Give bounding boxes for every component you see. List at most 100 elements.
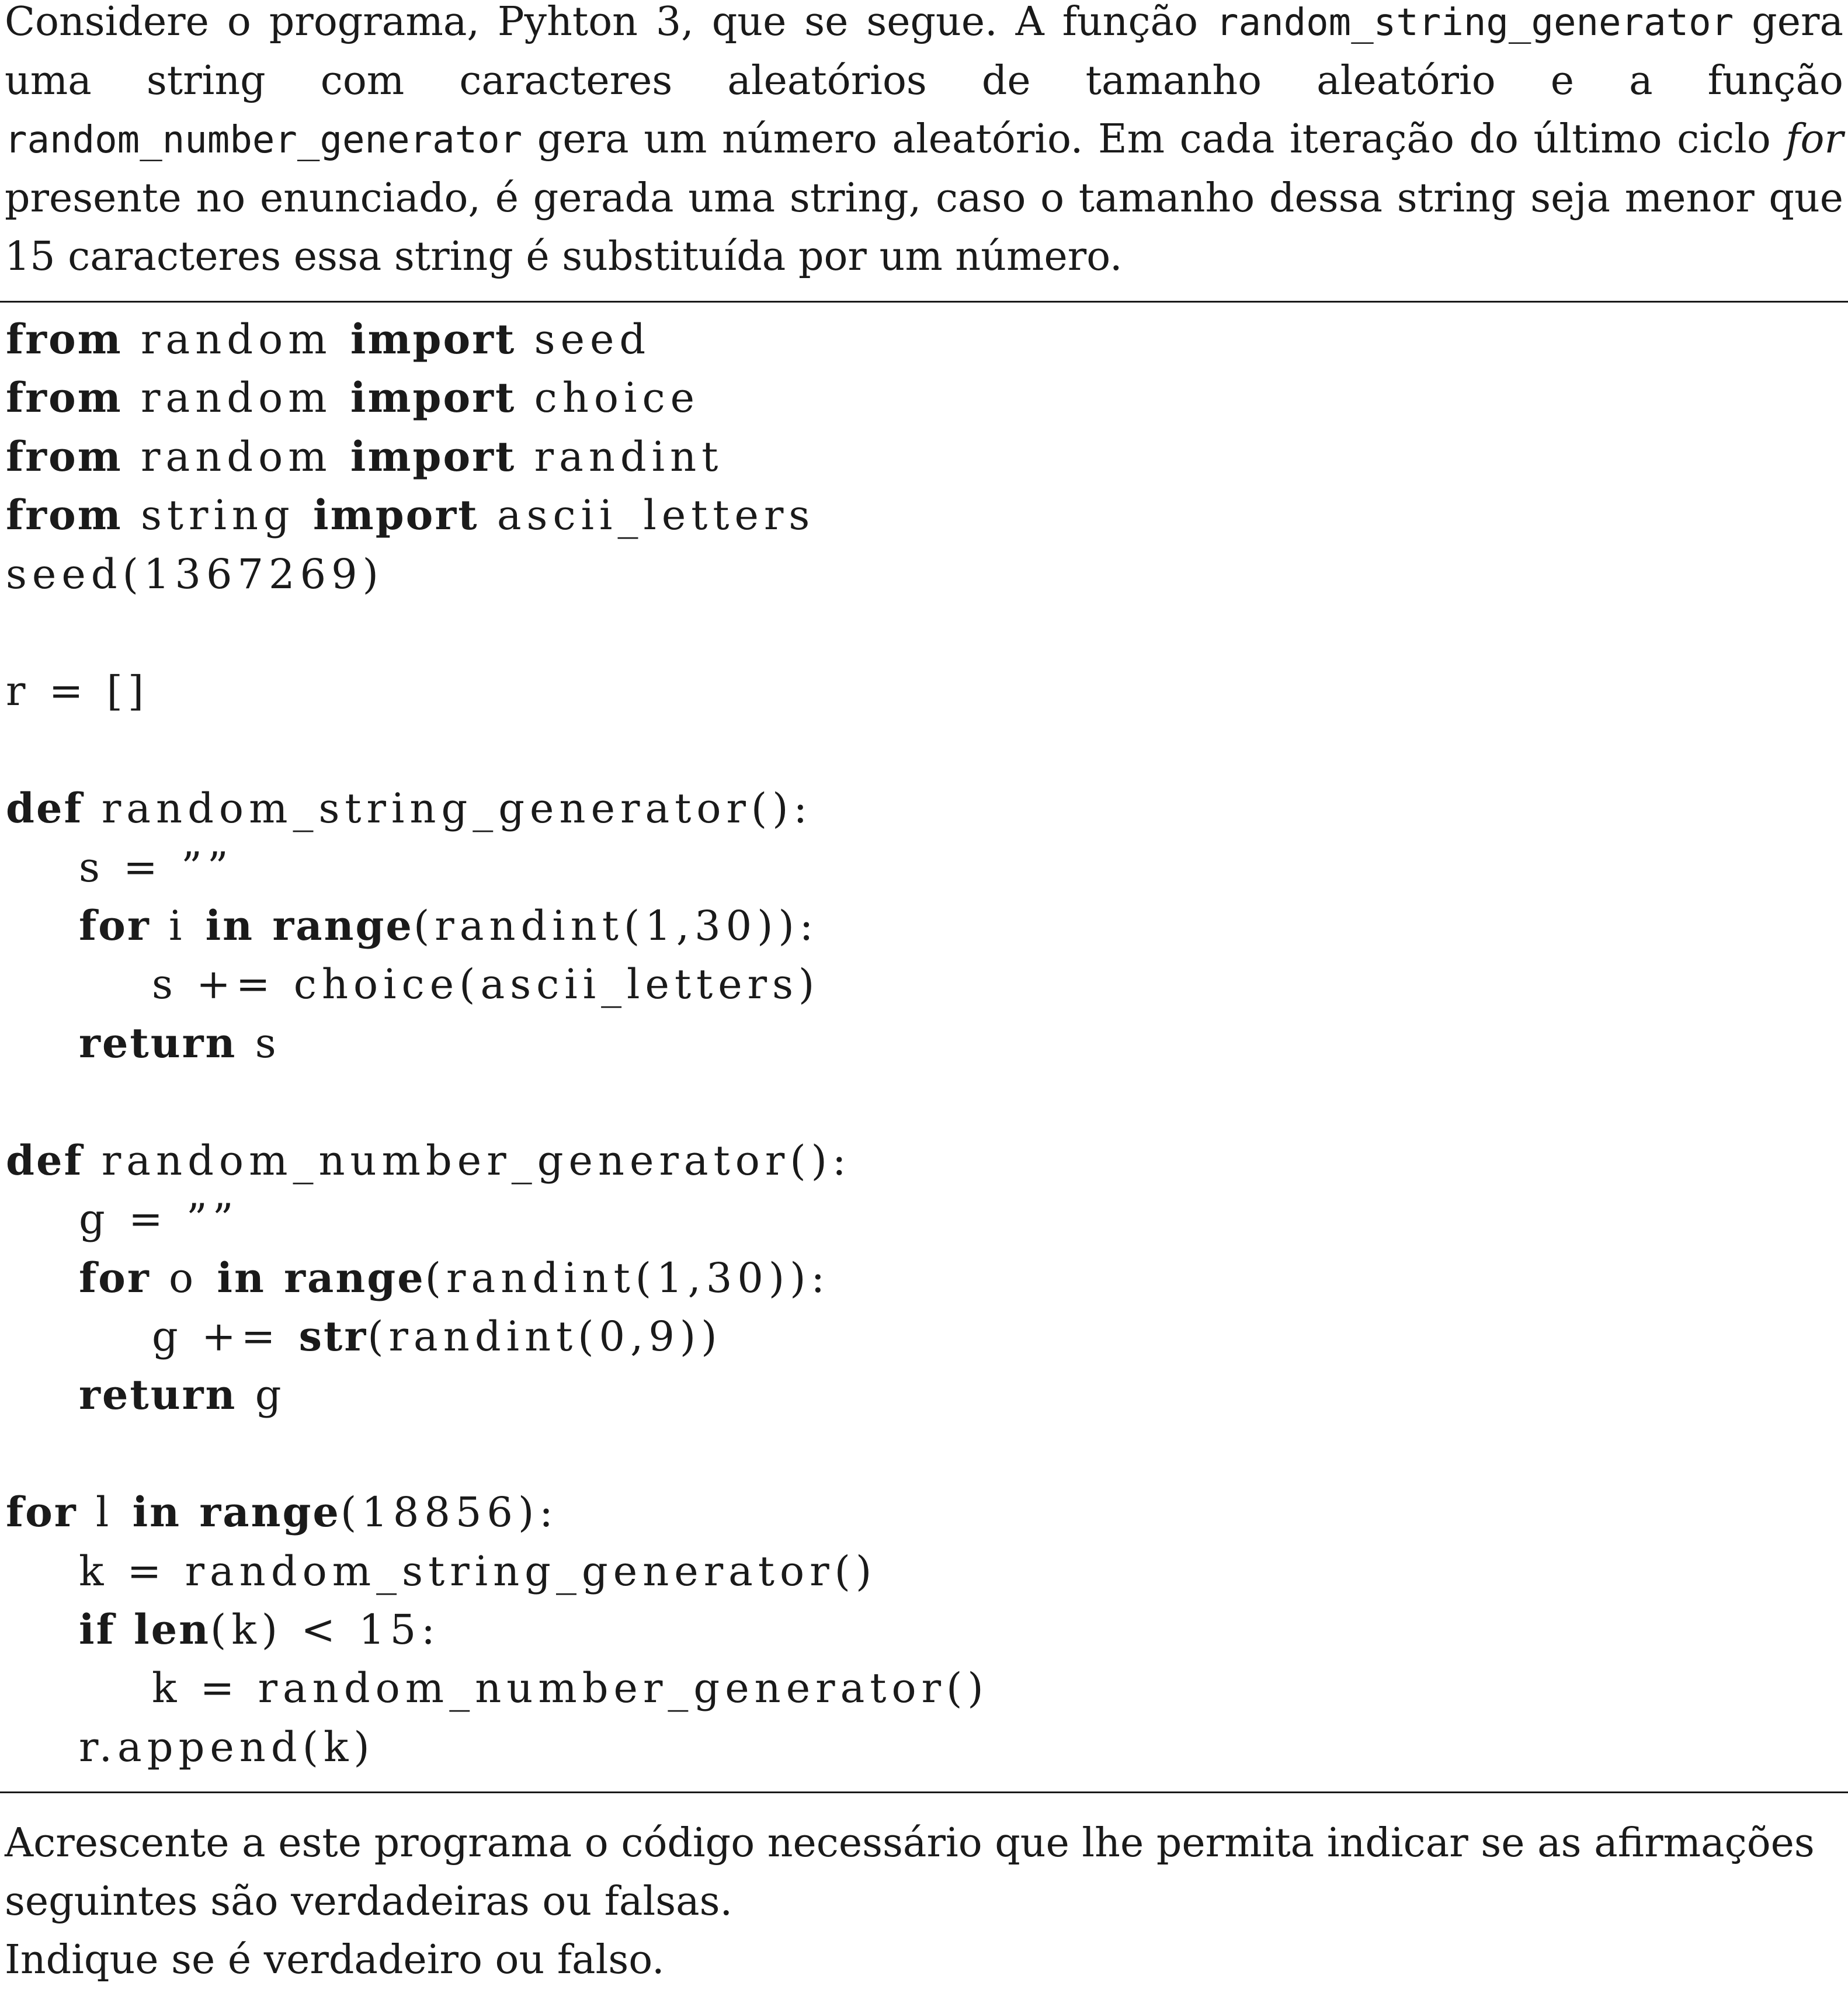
code-text: r = [] xyxy=(6,667,150,716)
code-keyword: def xyxy=(6,1136,84,1185)
code-keyword: if xyxy=(79,1605,116,1654)
closing-line-1: Acrescente a este programa o código nece… xyxy=(5,1820,1815,1925)
code-line: r = [] xyxy=(6,662,989,720)
code-text: s xyxy=(237,1019,282,1067)
code-line: return g xyxy=(6,1366,989,1424)
closing-paragraph: Acrescente a este programa o código nece… xyxy=(5,1814,1843,1989)
code-listing: from random import seed from random impor… xyxy=(6,310,989,1776)
intro-paragraph: Considere o programa, Pyhton 3, que se s… xyxy=(5,0,1843,286)
code-text: ascii_letters xyxy=(478,491,815,540)
bottom-rule xyxy=(0,1791,1848,1793)
code-keyword: range xyxy=(272,901,414,950)
code-line: for o in range(randint(1,30)): xyxy=(6,1249,989,1307)
code-keyword: range xyxy=(199,1488,341,1537)
code-keyword: return xyxy=(79,1370,237,1419)
code-text: random xyxy=(122,374,350,422)
code-text: s = ”” xyxy=(6,843,234,891)
code-line: k = random_string_generator() xyxy=(6,1542,989,1600)
code-text: (randint(0,9)) xyxy=(367,1312,722,1360)
code-line: from random import seed xyxy=(6,310,989,369)
code-keyword: def xyxy=(6,784,84,833)
code-text: o xyxy=(150,1254,217,1302)
code-keyword: import xyxy=(350,432,516,481)
code-keyword: for xyxy=(79,1253,151,1302)
code-keyword: range xyxy=(284,1253,425,1302)
code-keyword: import xyxy=(350,373,516,422)
code-line: s += choice(ascii_letters) xyxy=(6,955,989,1013)
code-text: random xyxy=(122,432,350,481)
code-line: if len(k) < 15: xyxy=(6,1600,989,1659)
code-keyword: in xyxy=(132,1488,182,1537)
code-line: from random import randint xyxy=(6,428,989,486)
code-text: k = random_string_generator() xyxy=(6,1547,877,1595)
code-text: string xyxy=(122,491,314,540)
code-text: g xyxy=(237,1371,287,1419)
code-line: for i in range(randint(1,30)): xyxy=(6,897,989,955)
code-text: choice xyxy=(516,374,700,422)
code-line: s = ”” xyxy=(6,838,989,897)
code-keyword: for xyxy=(79,901,151,950)
function-name-number-generator: random_number_generator xyxy=(5,119,523,162)
code-text: g = ”” xyxy=(6,1195,239,1244)
document-page: Considere o programa, Pyhton 3, que se s… xyxy=(0,0,1848,1993)
code-line: return s xyxy=(6,1014,989,1072)
code-line: for l in range(18856): xyxy=(6,1483,989,1541)
code-line: k = random_number_generator() xyxy=(6,1659,989,1717)
code-keyword: from xyxy=(6,373,123,422)
code-text: l xyxy=(77,1488,133,1537)
code-keyword: for xyxy=(6,1488,78,1537)
code-keyword: len xyxy=(134,1605,211,1654)
code-keyword: from xyxy=(6,432,123,481)
code-line: g = ”” xyxy=(6,1190,989,1248)
code-line: from string import ascii_letters xyxy=(6,486,989,544)
code-line: seed(1367269) xyxy=(6,545,989,603)
code-text: randint xyxy=(516,432,724,481)
code-text: r.append(k) xyxy=(6,1723,375,1771)
top-rule xyxy=(0,301,1848,303)
code-keyword: from xyxy=(6,315,123,363)
code-text: k = random_number_generator() xyxy=(6,1664,989,1713)
code-text: i xyxy=(150,902,206,950)
code-text: g += xyxy=(6,1312,299,1360)
closing-line-2: Indique se é verdadeiro ou falso. xyxy=(5,1937,665,1983)
code-keyword: str xyxy=(298,1311,368,1360)
code-keyword: from xyxy=(6,491,123,540)
code-text: random_number_generator(): xyxy=(83,1136,852,1185)
code-keyword: return xyxy=(79,1018,237,1067)
for-keyword-italic: for xyxy=(1786,116,1843,162)
code-keyword: in xyxy=(217,1253,266,1302)
code-text: (k) < 15: xyxy=(210,1605,440,1654)
code-text: seed xyxy=(516,315,651,363)
intro-text-1: Considere o programa, Pyhton 3, que se s… xyxy=(5,0,1216,45)
code-keyword: import xyxy=(313,491,479,540)
code-text: (18856): xyxy=(340,1488,558,1537)
code-text: seed(1367269) xyxy=(6,550,384,598)
code-line: def random_number_generator(): xyxy=(6,1131,989,1190)
code-keyword: in xyxy=(205,901,255,950)
code-text: s += choice(ascii_letters) xyxy=(6,960,820,1009)
code-line: from random import choice xyxy=(6,369,989,427)
code-line: r.append(k) xyxy=(6,1718,989,1776)
code-line: g += str(randint(0,9)) xyxy=(6,1307,989,1366)
function-name-string-generator: random_string_generator xyxy=(1216,1,1734,44)
code-text: (randint(1,30)): xyxy=(413,902,819,950)
code-keyword: import xyxy=(350,315,516,363)
code-text: random_string_generator(): xyxy=(83,784,813,833)
code-line: def random_string_generator(): xyxy=(6,779,989,838)
code-text: random xyxy=(122,315,350,363)
code-text: (randint(1,30)): xyxy=(425,1254,831,1302)
intro-text-3: gera um número aleatório. Em cada iteraç… xyxy=(522,116,1786,162)
